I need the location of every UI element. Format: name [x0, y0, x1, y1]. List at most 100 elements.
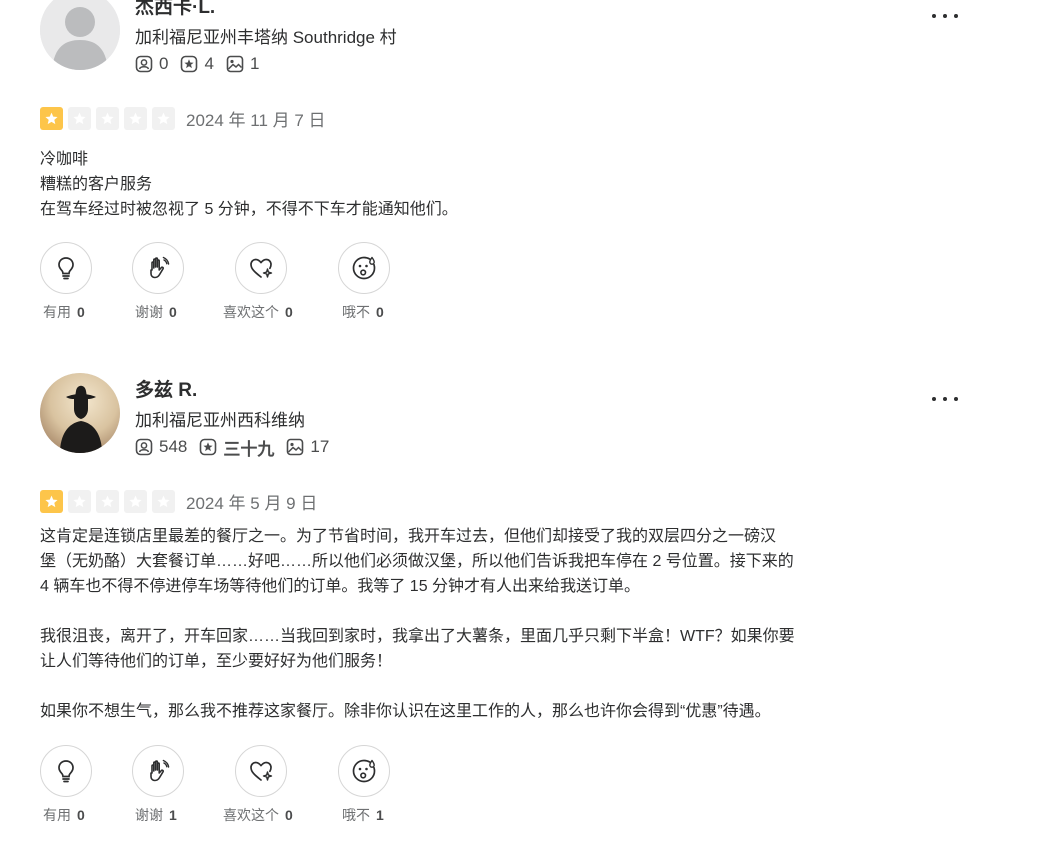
default-user-icon [40, 0, 120, 70]
heart-sparkle-icon [250, 258, 273, 278]
reaction-love: 喜欢这个 0 [223, 242, 293, 320]
review-line: 我很沮丧，离开了，开车回家……当我回到家时，我拿出了大薯条，里面几乎只剩下半盒！… [40, 628, 795, 645]
photo-icon [287, 438, 304, 456]
oh-no-face-icon [352, 759, 376, 783]
star-icon [73, 112, 86, 125]
reaction-oh-no-label: 哦不 0 [342, 302, 384, 322]
review-text: 冷咖啡 糟糕的客户服务 在驾车经过时被忽视了 5 分钟，不得不下车才能通知他们。 [40, 147, 870, 222]
reaction-useful-button[interactable] [40, 242, 92, 294]
rating-star-filled [40, 107, 63, 130]
heart-sparkle-icon [250, 761, 273, 781]
photo-count: 17 [310, 437, 330, 456]
review-count-stat: 548 [135, 437, 187, 457]
rating-star-empty [152, 490, 175, 513]
star-icon [129, 495, 142, 508]
reaction-label: 哦不 [342, 807, 370, 823]
review-line: 如果你不想生气，那么我不推荐这家餐厅。除非你认识在这里工作的人，那么也许你会得到… [40, 703, 771, 720]
reaction-love-label: 喜欢这个 0 [223, 302, 293, 322]
more-options-button[interactable] [929, 389, 961, 409]
star-icon [101, 495, 114, 508]
reaction-label: 喜欢这个 [223, 807, 279, 823]
more-options-button[interactable] [929, 6, 961, 26]
review-line: 堡（无奶酪）大套餐订单……好吧……所以他们必须做汉堡，所以他们告诉我把车停在 2… [40, 553, 794, 570]
star-icon [45, 112, 58, 125]
reaction-love-button[interactable] [235, 242, 287, 294]
rating-star-filled [40, 490, 63, 513]
reaction-count: 0 [77, 807, 85, 823]
reaction-oh-no-button[interactable] [338, 745, 390, 797]
review-line: 在驾车经过时被忽视了 5 分钟，不得不下车才能通知他们。 [40, 201, 458, 218]
reaction-count: 1 [169, 807, 177, 823]
star-icon [157, 112, 170, 125]
photo-icon [226, 55, 244, 73]
reaction-label: 有用 [43, 304, 71, 320]
photo-count-stat: 1 [226, 54, 259, 74]
friend-count-stat: 三十九 [199, 435, 274, 460]
reviewer-name[interactable]: 多兹 R. [135, 375, 197, 402]
reaction-count: 0 [77, 304, 85, 320]
dot [943, 397, 947, 401]
reaction-useful-label: 有用 0 [43, 805, 85, 825]
reaction-thanks-button[interactable] [132, 242, 184, 294]
reaction-useful: 有用 0 [40, 745, 92, 823]
reviewer-stats: 0 4 1 [135, 53, 271, 75]
reaction-thanks-button[interactable] [132, 745, 184, 797]
review-count-icon [135, 438, 153, 456]
reviewer-name[interactable]: 杰西卡·L. [135, 0, 215, 19]
photo-count-stat: 17 [286, 437, 329, 457]
review-text: 这肯定是连锁店里最差的餐厅之一。为了节省时间，我开车过去，但他们却接受了我的双层… [40, 524, 870, 724]
star-icon [45, 495, 58, 508]
lightbulb-icon [58, 257, 74, 280]
rating-star-empty [124, 107, 147, 130]
reaction-oh-no: 哦不 0 [338, 242, 390, 320]
rating-star-empty [68, 107, 91, 130]
reaction-count: 0 [285, 807, 293, 823]
friend-count-stat: 4 [180, 54, 214, 74]
reaction-label: 喜欢这个 [223, 304, 279, 320]
star-rating: 2024 年 11 月 7 日 [40, 106, 326, 131]
dot [943, 14, 947, 18]
photo-count: 1 [249, 54, 260, 73]
reaction-love-button[interactable] [235, 745, 287, 797]
reaction-count: 0 [285, 304, 293, 320]
review-date: 2024 年 11 月 7 日 [186, 111, 326, 130]
reaction-label: 有用 [43, 807, 71, 823]
rating-star-empty [96, 107, 119, 130]
review-line: 糟糕的客户服务 [40, 176, 153, 193]
reaction-love-label: 喜欢这个 0 [223, 805, 293, 825]
review-count-stat: 0 [135, 54, 168, 74]
star-icon [73, 495, 86, 508]
reaction-label: 谢谢 [135, 807, 163, 823]
star-badge-icon [181, 55, 198, 73]
reaction-oh-no-button[interactable] [338, 242, 390, 294]
star-icon [129, 112, 142, 125]
rating-star-empty [152, 107, 175, 130]
star-rating: 2024 年 5 月 9 日 [40, 489, 317, 514]
friend-count: 4 [204, 54, 214, 73]
wave-hand-icon [150, 759, 170, 782]
reaction-useful-button[interactable] [40, 745, 92, 797]
reaction-thanks-label: 谢谢 0 [135, 302, 177, 322]
wave-hand-icon [150, 256, 170, 279]
star-icon [157, 495, 170, 508]
oh-no-face-icon [352, 256, 376, 280]
avatar-placeholder[interactable] [40, 0, 120, 70]
dot [954, 14, 958, 18]
reviewer-stats: 548 三十九 17 [135, 435, 341, 460]
reaction-label: 谢谢 [135, 304, 163, 320]
reaction-useful: 有用 0 [40, 242, 92, 320]
review-line: 冷咖啡 [40, 151, 89, 168]
reaction-thanks: 谢谢 0 [132, 242, 184, 320]
avatar-photo[interactable] [40, 373, 120, 453]
lightbulb-icon [58, 760, 74, 783]
review-count: 548 [159, 437, 188, 456]
reaction-thanks-label: 谢谢 1 [135, 805, 177, 825]
rating-star-empty [96, 490, 119, 513]
star-icon [101, 112, 114, 125]
reaction-count: 1 [376, 807, 384, 823]
review-date: 2024 年 5 月 9 日 [186, 494, 318, 513]
star-badge-icon [200, 438, 217, 456]
dot [954, 397, 958, 401]
review-line: 4 辆车也不得不停进停车场等待他们的订单。我等了 15 分钟才有人出来给我送订单… [40, 578, 641, 595]
